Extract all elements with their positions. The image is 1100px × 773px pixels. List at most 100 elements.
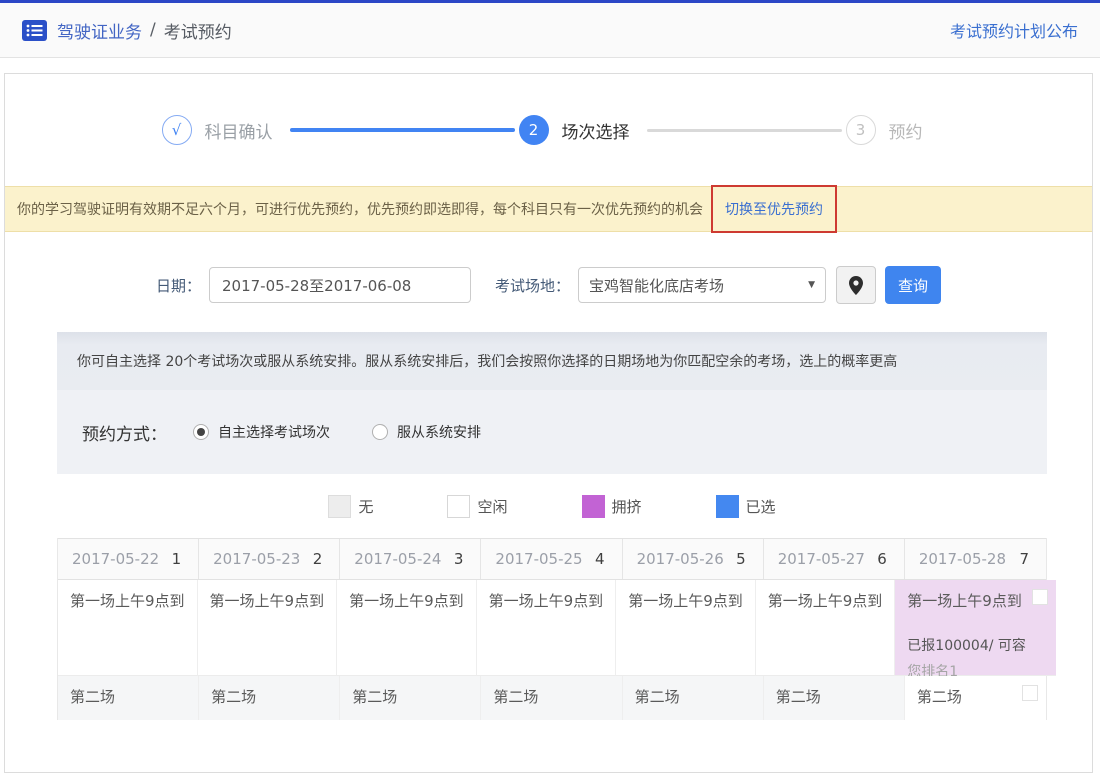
session-cell: 第二场 [58, 676, 199, 720]
session-name: 第二场 [776, 686, 892, 707]
radio-system-arrange[interactable]: 服从系统安排 [372, 422, 481, 442]
session-checkbox[interactable] [1032, 589, 1048, 605]
step3-circle: 3 [846, 115, 876, 145]
breadcrumb-separator: / [150, 20, 156, 40]
exam-plan-link[interactable]: 考试预约计划公布 [950, 18, 1078, 42]
legend-item-selected: 已选 [716, 495, 776, 518]
column-header: 2017-05-27 6 [764, 539, 905, 579]
header-date: 2017-05-27 [778, 550, 865, 568]
radio-system-arrange-label: 服从系统安排 [397, 422, 481, 442]
legend: 无 空闲 拥挤 已选 [57, 474, 1047, 538]
session-cell: 第二场 [481, 676, 622, 720]
priority-notice-bar: 你的学习驾驶证明有效期不足六个月，可进行优先预约，优先预约即选即得，每个科目只有… [5, 186, 1092, 232]
radio-self-select-label: 自主选择考试场次 [218, 422, 330, 442]
step1-check-icon: √ [162, 115, 192, 145]
step2-circle: 2 [519, 115, 549, 145]
header-daynum: 6 [877, 550, 887, 568]
breadcrumb-root[interactable]: 驾驶证业务 [57, 18, 142, 43]
date-label: 日期： [156, 275, 201, 296]
legend-label-crowded: 拥挤 [612, 496, 642, 517]
header-daynum: 2 [313, 550, 323, 568]
filter-row: 日期： 考试场地： 宝鸡智能化底店考场 ▼ 查询 [5, 266, 1092, 304]
tip-bar: 你可自主选择 20个考试场次或服从系统安排。服从系统安排后，我们会按照你选择的日… [57, 332, 1047, 390]
venue-select-value: 宝鸡智能化底店考场 [589, 275, 724, 296]
booking-mode-row: 预约方式： 自主选择考试场次 服从系统安排 [57, 390, 1047, 474]
header-date: 2017-05-25 [495, 550, 582, 568]
header-date: 2017-05-24 [354, 550, 441, 568]
capacity-info: 已报100004/ 可容 [907, 635, 1044, 655]
session-name: 第二场 [635, 686, 751, 707]
table-header-row: 2017-05-22 1 2017-05-23 2 2017-05-24 3 2… [58, 538, 1046, 580]
topbar: 驾驶证业务 / 考试预约 考试预约计划公布 [0, 3, 1100, 58]
session-cell: 第一场上午9点到 [198, 580, 338, 676]
legend-swatch-selected [716, 495, 739, 518]
session-name: 第二场 [493, 686, 609, 707]
session-cell: 第一场上午9点到 [477, 580, 617, 676]
session-name: 第一场上午9点到 [489, 590, 604, 611]
step-subject-confirm: √ 科目确认 [162, 115, 286, 145]
radio-self-select[interactable]: 自主选择考试场次 [193, 422, 330, 442]
breadcrumb-current: 考试预约 [164, 18, 232, 43]
session-cell: 第一场上午9点到 [756, 580, 896, 676]
session-table: 2017-05-22 1 2017-05-23 2 2017-05-24 3 2… [57, 538, 1047, 720]
session-name: 第一场上午9点到 [907, 590, 1022, 611]
date-range-input[interactable] [209, 267, 471, 303]
tip-text: 你可自主选择 20个考试场次或服从系统安排。服从系统安排后，我们会按照你选择的日… [77, 351, 897, 371]
column-header: 2017-05-22 1 [58, 539, 199, 579]
header-daynum: 5 [736, 550, 746, 568]
header-daynum: 7 [1019, 550, 1029, 568]
map-location-button[interactable] [836, 266, 876, 304]
header-date: 2017-05-22 [72, 550, 159, 568]
column-header: 2017-05-26 5 [623, 539, 764, 579]
legend-item-free: 空闲 [447, 495, 507, 518]
main-panel: √ 科目确认 2 场次选择 3 预约 你的学习驾驶证明有效期不足六个月，可进行优… [4, 73, 1093, 773]
session-checkbox[interactable] [1022, 685, 1038, 701]
step3-label: 预约 [889, 118, 923, 143]
header-date: 2017-05-28 [919, 550, 1006, 568]
legend-swatch-none [328, 495, 351, 518]
session-cell: 第一场上午9点到 [58, 580, 198, 676]
session-cell: 第二场 [340, 676, 481, 720]
stepper-connector-done [290, 128, 515, 132]
session-name: 第一场上午9点到 [768, 590, 883, 611]
radio-selected-icon [193, 424, 209, 440]
step2-label: 场次选择 [562, 118, 630, 143]
step1-label: 科目确认 [205, 118, 273, 143]
red-annotation-box: 切换至优先预约 [711, 185, 837, 233]
session-name: 第二场 [70, 686, 186, 707]
header-date: 2017-05-26 [637, 550, 724, 568]
legend-item-crowded: 拥挤 [582, 495, 642, 518]
venue-select[interactable]: 宝鸡智能化底店考场 ▼ [578, 267, 826, 303]
column-header: 2017-05-25 4 [481, 539, 622, 579]
chevron-down-icon: ▼ [808, 280, 815, 290]
session-cell: 第一场上午9点到 [337, 580, 477, 676]
step-reserve: 3 预约 [846, 115, 936, 145]
session-cell: 第一场上午9点到 [616, 580, 756, 676]
booking-mode-label: 预约方式： [82, 420, 167, 445]
session-name: 第一场上午9点到 [70, 590, 185, 611]
list-icon [22, 20, 47, 41]
column-header: 2017-05-23 2 [199, 539, 340, 579]
session-cell-free: 第二场 [905, 676, 1046, 720]
legend-label-selected: 已选 [746, 496, 776, 517]
column-header: 2017-05-24 3 [340, 539, 481, 579]
session-cell: 第二场 [764, 676, 905, 720]
legend-label-free: 空闲 [477, 496, 507, 517]
legend-swatch-crowded [582, 495, 605, 518]
session-name: 第二场 [352, 686, 468, 707]
step-session-select: 2 场次选择 [519, 115, 643, 145]
search-button[interactable]: 查询 [885, 266, 941, 304]
session-cell: 第二场 [199, 676, 340, 720]
priority-notice-text: 你的学习驾驶证明有效期不足六个月，可进行优先预约，优先预约即选即得，每个科目只有… [17, 199, 703, 219]
header-daynum: 3 [454, 550, 464, 568]
header-daynum: 1 [172, 550, 182, 568]
map-pin-icon [849, 276, 863, 295]
switch-priority-link[interactable]: 切换至优先预约 [725, 199, 823, 219]
session-name: 第一场上午9点到 [628, 590, 743, 611]
venue-label: 考试场地： [495, 275, 570, 296]
session-cell-crowded: 第一场上午9点到 已报100004/ 可容 您排名1 [895, 580, 1056, 676]
session-cell: 第二场 [623, 676, 764, 720]
session-row-1: 第一场上午9点到 第一场上午9点到 第一场上午9点到 第一场上午9点到 第一场上… [58, 580, 1046, 676]
stepper: √ 科目确认 2 场次选择 3 预约 [5, 74, 1092, 186]
header-daynum: 4 [595, 550, 605, 568]
